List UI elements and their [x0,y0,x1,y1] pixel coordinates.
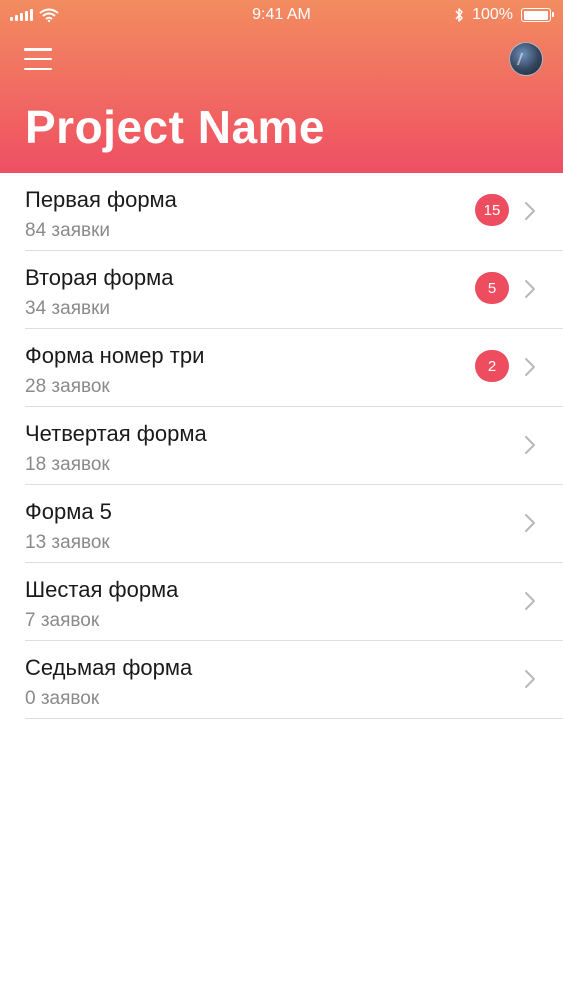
chevron-right-icon [525,514,535,532]
notification-badge: 15 [475,194,509,226]
chevron-right-icon [525,280,535,298]
chevron-right-icon [525,436,535,454]
list-item[interactable]: Первая форма 84 заявки 15 [0,173,563,251]
form-request-count: 28 заявок [25,376,110,397]
form-request-count: 84 заявки [25,220,110,241]
list-item[interactable]: Вторая форма 34 заявки 5 [0,251,563,329]
form-list: Первая форма 84 заявки 15 Вторая форма 34 за… [0,173,563,719]
wifi-icon [39,8,59,22]
form-request-count: 0 заявок [25,688,100,709]
battery-fill [523,10,548,20]
form-title: Шестая форма [25,577,179,602]
notification-badge: 5 [475,272,509,304]
form-title: Седьмая форма [25,655,193,680]
avatar[interactable] [509,42,543,76]
form-request-count: 13 заявок [25,532,110,553]
chevron-right-icon [525,358,535,376]
nav-row [24,40,543,78]
bluetooth-icon [455,8,463,22]
notification-badge: 2 [475,350,509,382]
list-item[interactable]: Шестая форма 7 заявок [0,563,563,641]
list-item[interactable]: Седьмая форма 0 заявок [0,641,563,719]
form-title: Вторая форма [25,265,174,290]
screen: 9:41 AM 100% Project Name Первая форма 84… [0,0,563,1000]
list-item[interactable]: Форма 5 13 заявок [0,485,563,563]
status-left [10,8,59,22]
signal-icon [10,9,33,21]
menu-icon[interactable] [24,48,52,70]
header: 9:41 AM 100% Project Name [0,0,563,173]
list-item[interactable]: Четвертая форма 18 заявок [0,407,563,485]
form-title: Форма номер три [25,343,205,368]
chevron-right-icon [525,202,535,220]
form-request-count: 34 заявки [25,298,110,319]
battery-icon [521,8,554,22]
form-title: Форма 5 [25,499,112,524]
form-request-count: 7 заявок [25,610,100,631]
form-request-count: 18 заявок [25,454,110,475]
page-title: Project Name [25,101,326,153]
status-right: 100% [454,6,554,24]
battery-percent: 100% [472,6,513,23]
status-bar: 9:41 AM 100% [0,0,563,30]
chevron-right-icon [525,670,535,688]
form-title: Четвертая форма [25,421,207,446]
list-item[interactable]: Форма номер три 28 заявок 2 [0,329,563,407]
form-title: Первая форма [25,187,177,212]
chevron-right-icon [525,592,535,610]
